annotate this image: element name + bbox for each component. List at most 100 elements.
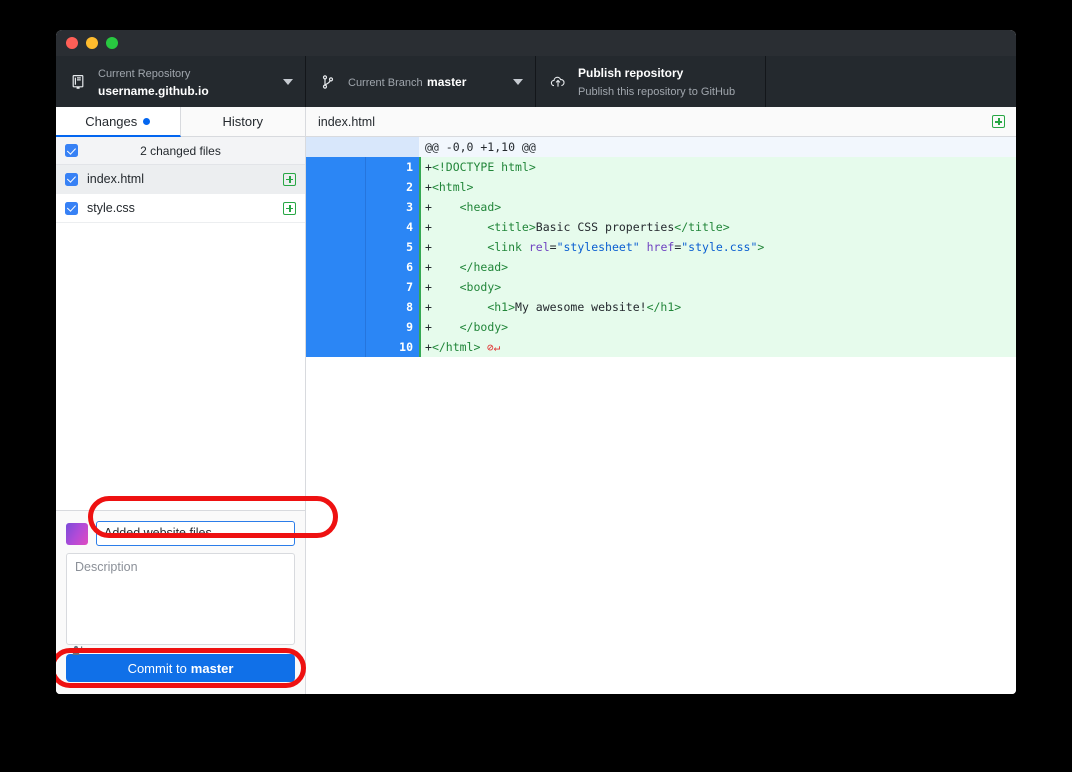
- diff-line-new-number: 9: [365, 317, 419, 337]
- traffic-lights: [66, 37, 118, 49]
- commit-description-input[interactable]: Description: [66, 553, 295, 645]
- diff-line-content: + <head>: [419, 197, 1016, 217]
- diff-line-new-number: 7: [365, 277, 419, 297]
- commit-button-prefix: Commit to: [128, 661, 187, 676]
- diff-line[interactable]: 6+ </head>: [306, 257, 1016, 277]
- diff-line-old-number: [306, 317, 365, 337]
- table-row[interactable]: index.html: [56, 165, 305, 194]
- chevron-down-icon: [513, 79, 523, 85]
- changed-files-count: 2 changed files: [56, 144, 305, 158]
- avatar: [66, 523, 88, 545]
- select-all-checkbox[interactable]: [65, 144, 78, 157]
- changes-indicator-dot: [143, 118, 150, 125]
- diff-line[interactable]: 10+</html> ⊘↵: [306, 337, 1016, 357]
- tab-history-label: History: [223, 114, 263, 129]
- commit-button-branch: master: [191, 661, 234, 676]
- diff-lines: 1+<!DOCTYPE html>2+<html>3+ <head>4+ <ti…: [306, 157, 1016, 357]
- close-window-button[interactable]: [66, 37, 78, 49]
- file-checkbox[interactable]: [65, 202, 78, 215]
- diff-line-old-number: [306, 237, 365, 257]
- hunk-gutter-old: [306, 137, 365, 157]
- file-name: style.css: [87, 201, 274, 215]
- diff-line-content: + <h1>My awesome website!</h1>: [419, 297, 1016, 317]
- diff-line-content: + <body>: [419, 277, 1016, 297]
- diff-line[interactable]: 1+<!DOCTYPE html>: [306, 157, 1016, 177]
- diff-line-content: + </body>: [419, 317, 1016, 337]
- current-branch-text: Current Branch master: [348, 73, 505, 91]
- diff-line-new-number: 2: [365, 177, 419, 197]
- commit-summary-input[interactable]: Added website files: [96, 521, 295, 546]
- diff-line-old-number: [306, 177, 365, 197]
- summary-row: Added website files: [66, 521, 295, 546]
- diff-line-old-number: [306, 197, 365, 217]
- diff-line-old-number: [306, 217, 365, 237]
- hunk-range-text: @@ -0,0 +1,10 @@: [419, 137, 1016, 157]
- diff-pane: index.html @@ -0,0 +1,10 @@ 1+<!DOCTYPE …: [306, 107, 1016, 694]
- diff-header: index.html: [306, 107, 1016, 137]
- tab-history[interactable]: History: [181, 107, 306, 137]
- chevron-down-icon: [283, 79, 293, 85]
- diff-line[interactable]: 5+ <link rel="stylesheet" href="style.cs…: [306, 237, 1016, 257]
- current-repository-text: Current Repository username.github.io: [98, 64, 275, 100]
- current-branch-button[interactable]: Current Branch master: [306, 56, 536, 107]
- window-titlebar: [56, 30, 1016, 56]
- diff-line-content: +</html> ⊘↵: [419, 337, 1016, 357]
- diff-line-old-number: [306, 157, 365, 177]
- file-name: index.html: [87, 172, 274, 186]
- commit-message-form: Added website files Description Commit: [56, 510, 305, 694]
- add-coauthor-icon[interactable]: [72, 645, 85, 659]
- diff-line[interactable]: 2+<html>: [306, 177, 1016, 197]
- diff-line-new-number: 5: [365, 237, 419, 257]
- publish-repository-subtitle: Publish this repository to GitHub: [578, 86, 735, 98]
- current-repository-value: username.github.io: [98, 84, 209, 98]
- diff-line-content: +<html>: [419, 177, 1016, 197]
- publish-repository-text: Publish repository Publish this reposito…: [578, 64, 753, 100]
- repo-book-icon: [68, 72, 88, 92]
- diff-line[interactable]: 9+ </body>: [306, 317, 1016, 337]
- publish-repository-title: Publish repository: [578, 66, 683, 80]
- diff-line-new-number: 3: [365, 197, 419, 217]
- diff-line-old-number: [306, 297, 365, 317]
- app-toolbar: Current Repository username.github.io Cu…: [56, 56, 1016, 107]
- maximize-window-button[interactable]: [106, 37, 118, 49]
- changed-files-list: 2 changed files index.html style.css: [56, 137, 305, 510]
- sidebar-tabs: Changes History: [56, 107, 305, 137]
- diff-line-new-number: 6: [365, 257, 419, 277]
- file-checkbox[interactable]: [65, 173, 78, 186]
- current-branch-label: Current Branch: [348, 77, 423, 89]
- table-row[interactable]: style.css: [56, 194, 305, 223]
- diff-line-new-number: 4: [365, 217, 419, 237]
- tab-changes[interactable]: Changes: [56, 107, 181, 137]
- commit-button[interactable]: Commit to master: [66, 654, 295, 682]
- diff-line-content: + <title>Basic CSS properties</title>: [419, 217, 1016, 237]
- diff-line-old-number: [306, 277, 365, 297]
- plus-box-icon[interactable]: [992, 115, 1005, 128]
- diff-filename: index.html: [318, 115, 992, 129]
- github-desktop-window: Current Repository username.github.io Cu…: [56, 30, 1016, 694]
- current-repository-label: Current Repository: [98, 68, 190, 80]
- diff-hunk-header[interactable]: @@ -0,0 +1,10 @@: [306, 137, 1016, 157]
- diff-line-new-number: 8: [365, 297, 419, 317]
- current-repository-button[interactable]: Current Repository username.github.io: [56, 56, 306, 107]
- diff-line-old-number: [306, 257, 365, 277]
- diff-line[interactable]: 7+ <body>: [306, 277, 1016, 297]
- diff-line-content: + </head>: [419, 257, 1016, 277]
- changes-sidebar: Changes History 2 changed files index.ht…: [56, 107, 306, 694]
- diff-line-content: + <link rel="stylesheet" href="style.css…: [419, 237, 1016, 257]
- diff-line[interactable]: 4+ <title>Basic CSS properties</title>: [306, 217, 1016, 237]
- plus-box-icon: [283, 173, 296, 186]
- diff-body[interactable]: @@ -0,0 +1,10 @@ 1+<!DOCTYPE html>2+<htm…: [306, 137, 1016, 694]
- cloud-upload-icon: [548, 72, 568, 92]
- publish-repository-button[interactable]: Publish repository Publish this reposito…: [536, 56, 766, 107]
- minimize-window-button[interactable]: [86, 37, 98, 49]
- diff-line[interactable]: 3+ <head>: [306, 197, 1016, 217]
- select-all-changes-row[interactable]: 2 changed files: [56, 137, 305, 165]
- diff-line-old-number: [306, 337, 365, 357]
- diff-line-new-number: 1: [365, 157, 419, 177]
- tab-changes-label: Changes: [85, 114, 137, 129]
- diff-line[interactable]: 8+ <h1>My awesome website!</h1>: [306, 297, 1016, 317]
- plus-box-icon: [283, 202, 296, 215]
- app-body: Changes History 2 changed files index.ht…: [56, 107, 1016, 694]
- diff-line-content: +<!DOCTYPE html>: [419, 157, 1016, 177]
- current-branch-value: master: [427, 75, 466, 89]
